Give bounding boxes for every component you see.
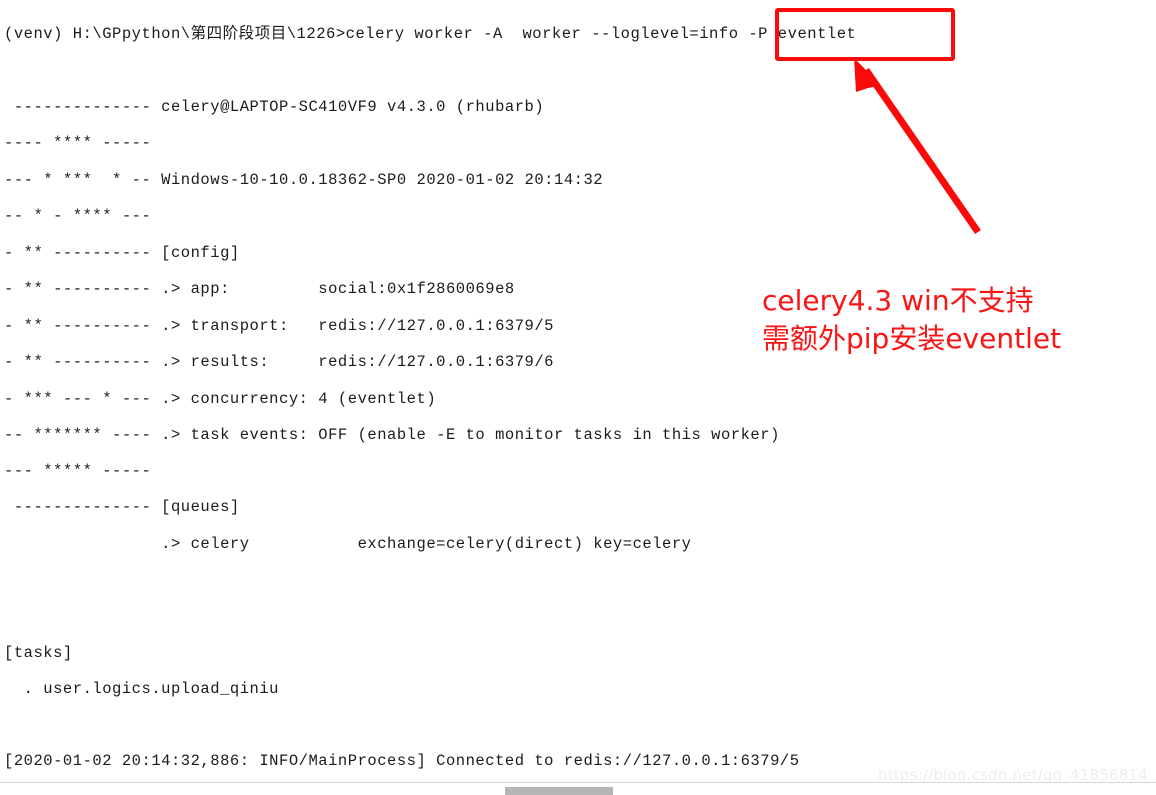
terminal-line: -------------- [queues] <box>4 498 240 516</box>
terminal-window: (venv) H:\GPpython\第四阶段项目\1226>celery wo… <box>0 0 1156 795</box>
terminal-line: -- * - **** --- <box>4 207 152 225</box>
terminal-line: --- * *** * -- Windows-10-10.0.18362-SP0… <box>4 171 604 189</box>
terminal-line: ---- **** ----- <box>4 134 152 152</box>
terminal-line: - ** ---------- [config] <box>4 244 240 262</box>
terminal-line: (venv) H:\GPpython\第四阶段项目\1226>celery wo… <box>4 25 857 43</box>
scrollbar-thumb[interactable] <box>505 787 613 795</box>
horizontal-scrollbar[interactable] <box>0 782 1156 795</box>
terminal-line: [tasks] <box>4 644 73 662</box>
annotation-note-line-2: 需额外pip安装eventlet <box>762 322 1062 355</box>
highlight-rectangle-eventlet-flag <box>775 8 955 61</box>
annotation-note: celery4.3 win不支持 需额外pip安装eventlet <box>762 282 1152 358</box>
terminal-line: --- ***** ----- <box>4 462 152 480</box>
terminal-line: - ** ---------- .> app: social:0x1f28600… <box>4 280 515 298</box>
terminal-line: -------------- celery@LAPTOP-SC410VF9 v4… <box>4 98 545 116</box>
terminal-line: - ** ---------- .> transport: redis://12… <box>4 317 555 335</box>
terminal-line: -- ******* ---- .> task events: OFF (ena… <box>4 426 780 444</box>
terminal-line: .> celery exchange=celery(direct) key=ce… <box>4 535 692 553</box>
terminal-output[interactable]: (venv) H:\GPpython\第四阶段项目\1226>celery wo… <box>0 0 1156 782</box>
annotation-note-line-1: celery4.3 win不支持 <box>762 284 1034 317</box>
terminal-line: - *** --- * --- .> concurrency: 4 (event… <box>4 390 437 408</box>
terminal-line: . user.logics.upload_qiniu <box>4 680 280 698</box>
terminal-line: - ** ---------- .> results: redis://127.… <box>4 353 555 371</box>
terminal-line: [2020-01-02 20:14:32,886: INFO/MainProce… <box>4 752 800 770</box>
